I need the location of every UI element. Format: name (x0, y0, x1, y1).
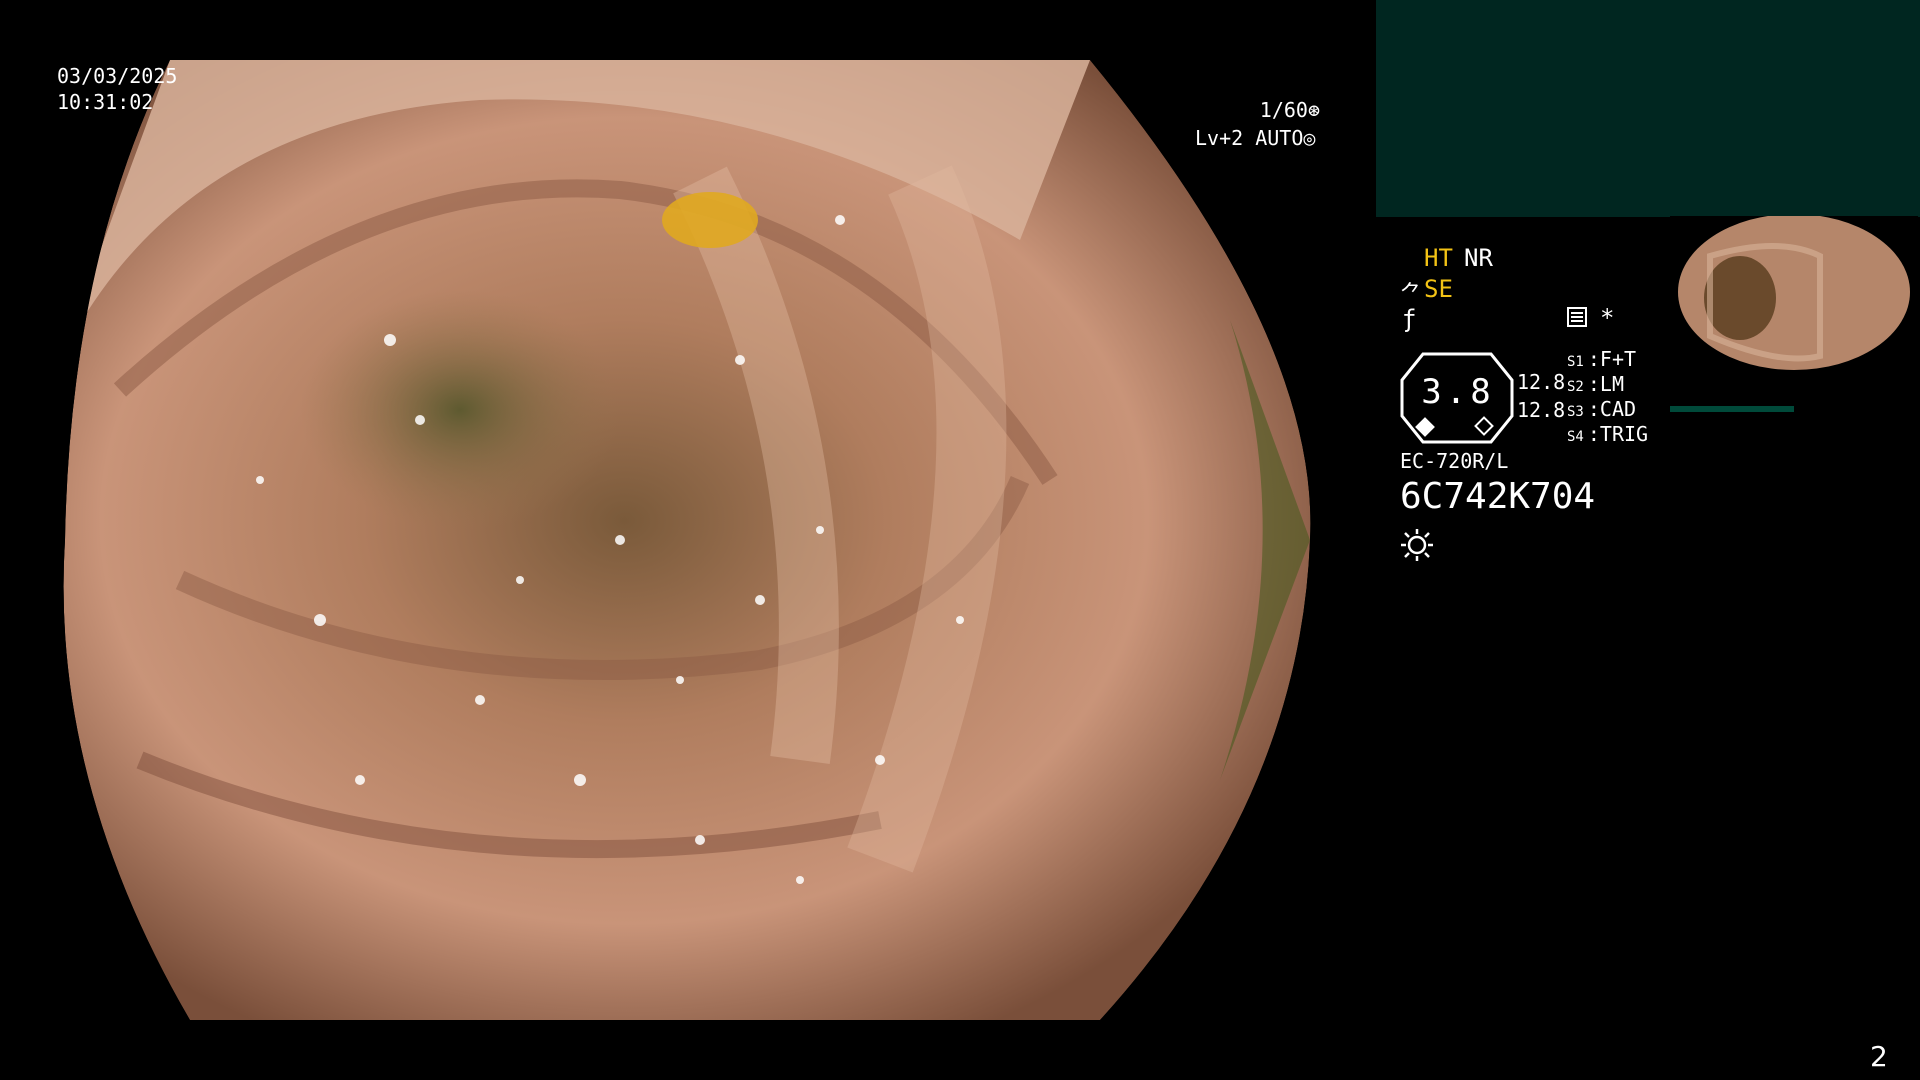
switch-label: TRIG (1599, 422, 1649, 446)
switch-key: S3 (1567, 404, 1584, 420)
light-source-icon (1401, 529, 1433, 561)
endoscope-main-view (60, 60, 1320, 1020)
aperture-icon: ⊛ (1307, 98, 1320, 122)
scope-serial: 6C742K704 (1400, 476, 1596, 517)
gauge-value: 3.8 (1421, 372, 1495, 412)
switch-key: S4 (1567, 429, 1584, 445)
exposure-level: Lv+2 AUTO◎ (1195, 125, 1315, 151)
page-number: 2 (1870, 1040, 1888, 1073)
reference-image-panel (1376, 0, 1920, 217)
shutter-value: 1/60 (1259, 98, 1308, 122)
switch-s4: S4:TRIG (1567, 422, 1649, 446)
level-value: Lv+2 AUTO (1195, 126, 1304, 150)
thumbnail-image[interactable] (1670, 216, 1918, 418)
switch-s1: S1:F+T (1567, 347, 1637, 371)
switch-label: CAD (1599, 397, 1637, 421)
switch-s3: S3:CAD (1567, 397, 1637, 421)
time: 10:31:02 (57, 90, 154, 114)
ht-indicator: HT (1424, 244, 1453, 272)
iris-icon: ◎ (1303, 126, 1316, 150)
scope-model: EC-720R/L (1400, 449, 1509, 473)
switch-key: S2 (1567, 379, 1584, 395)
gauge-value-2: 12.8 (1517, 398, 1566, 422)
switch-label: F+T (1599, 347, 1637, 371)
switch-key: S1 (1567, 354, 1584, 370)
gauge-value-1: 12.8 (1517, 370, 1566, 394)
scope-tip-icon: ⺈ (1400, 282, 1423, 307)
shutter-speed: 1/60⊛ (1250, 97, 1320, 123)
nr-indicator: NR (1464, 244, 1493, 272)
switch-s2: S2:LM (1567, 372, 1624, 396)
date: 03/03/2025 (57, 64, 178, 88)
se-indicator: SE (1424, 275, 1453, 303)
date-time: 03/03/2025 10:31:02 (57, 63, 177, 115)
asterisk-indicator: * (1600, 304, 1615, 332)
switch-label: LM (1599, 372, 1624, 396)
freeze-icon: ƒ (1402, 305, 1417, 333)
document-icon (1567, 307, 1587, 327)
